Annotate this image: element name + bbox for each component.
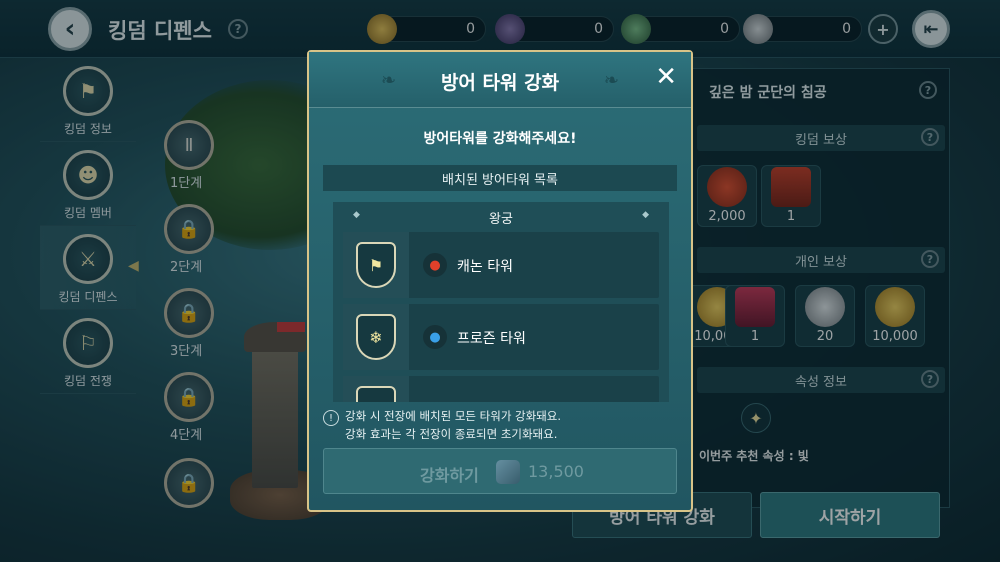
upgrade-button-label: 강화하기	[420, 466, 479, 485]
fire-element-icon: ●	[423, 253, 447, 277]
upgrade-cost: 13,500	[528, 462, 584, 481]
dialog-title: 방어 타워 강화	[440, 72, 560, 94]
dialog-subtitle: 방어타워를 강화해주세요!	[423, 131, 577, 147]
tower-row-frozen[interactable]: ❄ ● 프로즌 타워	[343, 304, 659, 370]
notice-line: 강화 효과는 각 전장이 종료되면 초기화돼요.	[345, 427, 558, 441]
tower-icon-cell: ⚑	[343, 232, 409, 298]
tower-list[interactable]: ◆ 왕궁 ◆ ⚑ ● 캐논 타워 ❄ ● 프로즌 타워	[333, 202, 669, 402]
close-icon[interactable]: ✕	[655, 64, 677, 90]
diamond-ornament-icon: ◆	[642, 210, 649, 220]
tower-icon-cell: ❄	[343, 304, 409, 370]
tower-row-partial[interactable]	[343, 376, 659, 402]
tower-name: 프로즌 타워	[457, 331, 526, 347]
notice-line: 강화 시 전장에 배치된 모든 타워가 강화돼요.	[345, 409, 562, 423]
tower-list-header: 배치된 방어타워 목록	[323, 165, 677, 191]
cannon-tower-icon: ⚑	[356, 242, 396, 288]
tower-row-cannon[interactable]: ⚑ ● 캐논 타워	[343, 232, 659, 298]
tower-shield-icon	[356, 386, 396, 402]
tower-upgrade-dialog: ❦ ❦ ❧ ❧ 방어 타워 강화 ✕ 방어타워를 강화해주세요! 배치된 방어타…	[307, 50, 693, 512]
water-element-icon: ●	[423, 325, 447, 349]
upgrade-button[interactable]: 강화하기 13,500	[323, 448, 677, 494]
dialog-header: ❧ ❧ 방어 타워 강화 ✕	[309, 52, 691, 108]
frozen-tower-icon: ❄	[356, 314, 396, 360]
tower-icon-cell	[343, 376, 409, 402]
dark-crystal-icon	[496, 460, 520, 484]
info-icon: !	[323, 410, 339, 426]
tower-name: 캐논 타워	[457, 259, 513, 275]
tower-group-title: 왕궁	[489, 212, 513, 227]
